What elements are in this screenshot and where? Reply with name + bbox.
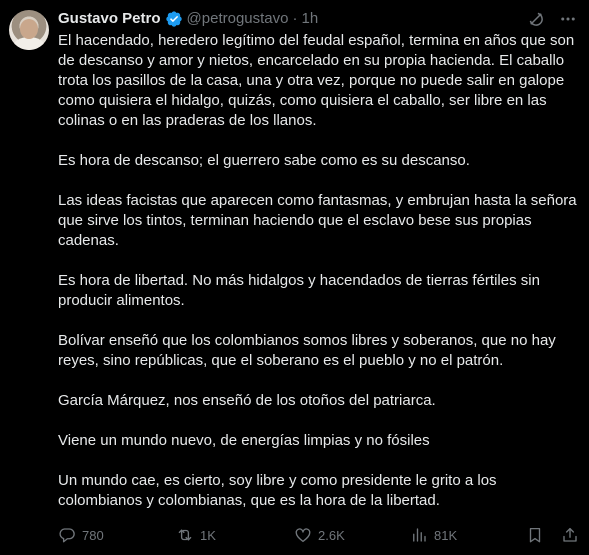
tweet-paragraph: García Márquez, nos enseñó de los otoños… [58,392,436,409]
share-icon [561,526,585,544]
like-count: 2.6K [318,527,345,543]
views-icon [410,526,434,544]
avatar-face [20,19,38,39]
tweet-header: Gustavo Petro @petrogustavo · 1h [58,9,318,29]
bookmark-icon [526,526,550,544]
reply-count: 780 [82,527,104,543]
heart-icon [294,526,318,544]
avatar[interactable] [9,10,49,50]
tweet-paragraph: Bolívar enseñó que los colombianos somos… [58,332,556,369]
grok-icon[interactable] [527,10,545,28]
repost-count: 1K [200,527,216,543]
author-name[interactable]: Gustavo Petro [58,9,161,29]
views-button[interactable]: 81K [410,523,457,547]
bookmark-button[interactable] [526,523,550,547]
tweet-text: El hacendado, heredero legítimo del feud… [58,31,580,531]
tweet-paragraph: Es hora de descanso; el guerrero sabe co… [58,152,470,169]
tweet-paragraph: Viene un mundo nuevo, de energías limpia… [58,432,430,449]
tweet-actions: 780 1K 2.6K 81K [58,523,580,547]
tweet-paragraph: Un mundo cae, es cierto, soy libre y com… [58,472,497,509]
tweet-paragraph: Las ideas facistas que aparecen como fan… [58,192,577,249]
share-button[interactable] [561,523,585,547]
views-count: 81K [434,527,458,543]
tweet-paragraph: Es hora de libertad. No más hidalgos y h… [58,272,540,309]
like-button[interactable]: 2.6K [294,523,345,547]
author-handle[interactable]: @petrogustavo [187,9,289,29]
tweet-paragraph: El hacendado, heredero legítimo del feud… [58,32,575,129]
separator-dot: · [292,10,298,27]
repost-icon [176,526,200,544]
timestamp[interactable]: 1h [301,9,318,29]
reply-icon [58,526,82,544]
more-icon[interactable] [559,10,577,28]
tweet: Gustavo Petro @petrogustavo · 1h El hace… [0,0,589,555]
reply-button[interactable]: 780 [58,523,104,547]
top-actions [527,10,577,28]
verified-badge-icon [165,10,183,28]
repost-button[interactable]: 1K [176,523,216,547]
